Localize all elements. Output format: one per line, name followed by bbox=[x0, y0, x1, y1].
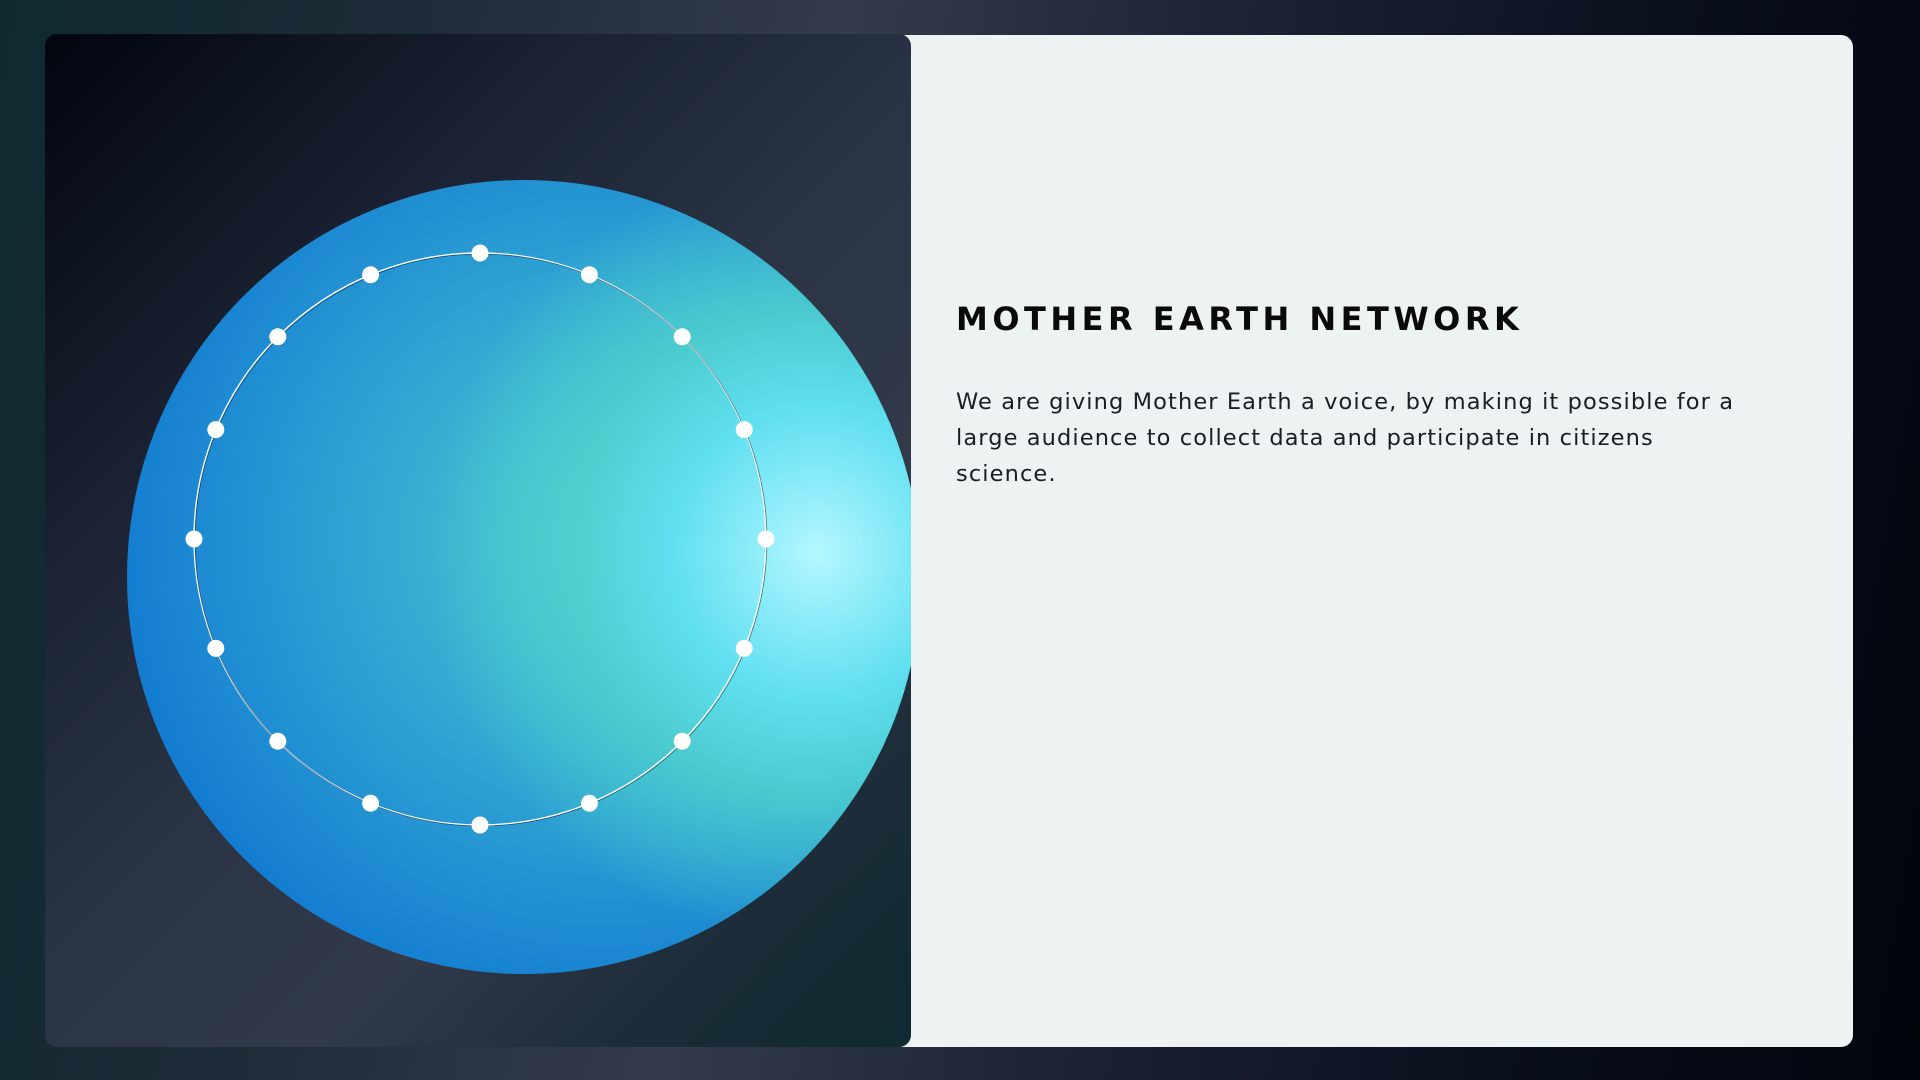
ring-node bbox=[207, 421, 225, 439]
ring-node bbox=[580, 266, 598, 284]
ring-node bbox=[269, 328, 287, 346]
ring-node bbox=[471, 816, 489, 834]
ring-node bbox=[362, 794, 380, 812]
ring-node bbox=[207, 639, 225, 657]
ring-node bbox=[471, 244, 489, 262]
ring-node bbox=[269, 732, 287, 750]
ring-node bbox=[185, 530, 203, 548]
ring-nodes bbox=[185, 244, 775, 834]
page-description: We are giving Mother Earth a voice, by m… bbox=[956, 389, 1735, 487]
page-title: MOTHER EARTH NETWORK bbox=[956, 300, 1524, 338]
ring-node bbox=[735, 421, 753, 439]
ring-node bbox=[580, 794, 598, 812]
ring-node bbox=[735, 639, 753, 657]
content-panel bbox=[840, 35, 1853, 1047]
ring-node bbox=[673, 328, 691, 346]
ring-node bbox=[757, 530, 775, 548]
node-ring-graphic bbox=[185, 244, 775, 834]
ring-node bbox=[673, 732, 691, 750]
visual-panel bbox=[45, 34, 911, 1047]
ring-node bbox=[362, 266, 380, 284]
